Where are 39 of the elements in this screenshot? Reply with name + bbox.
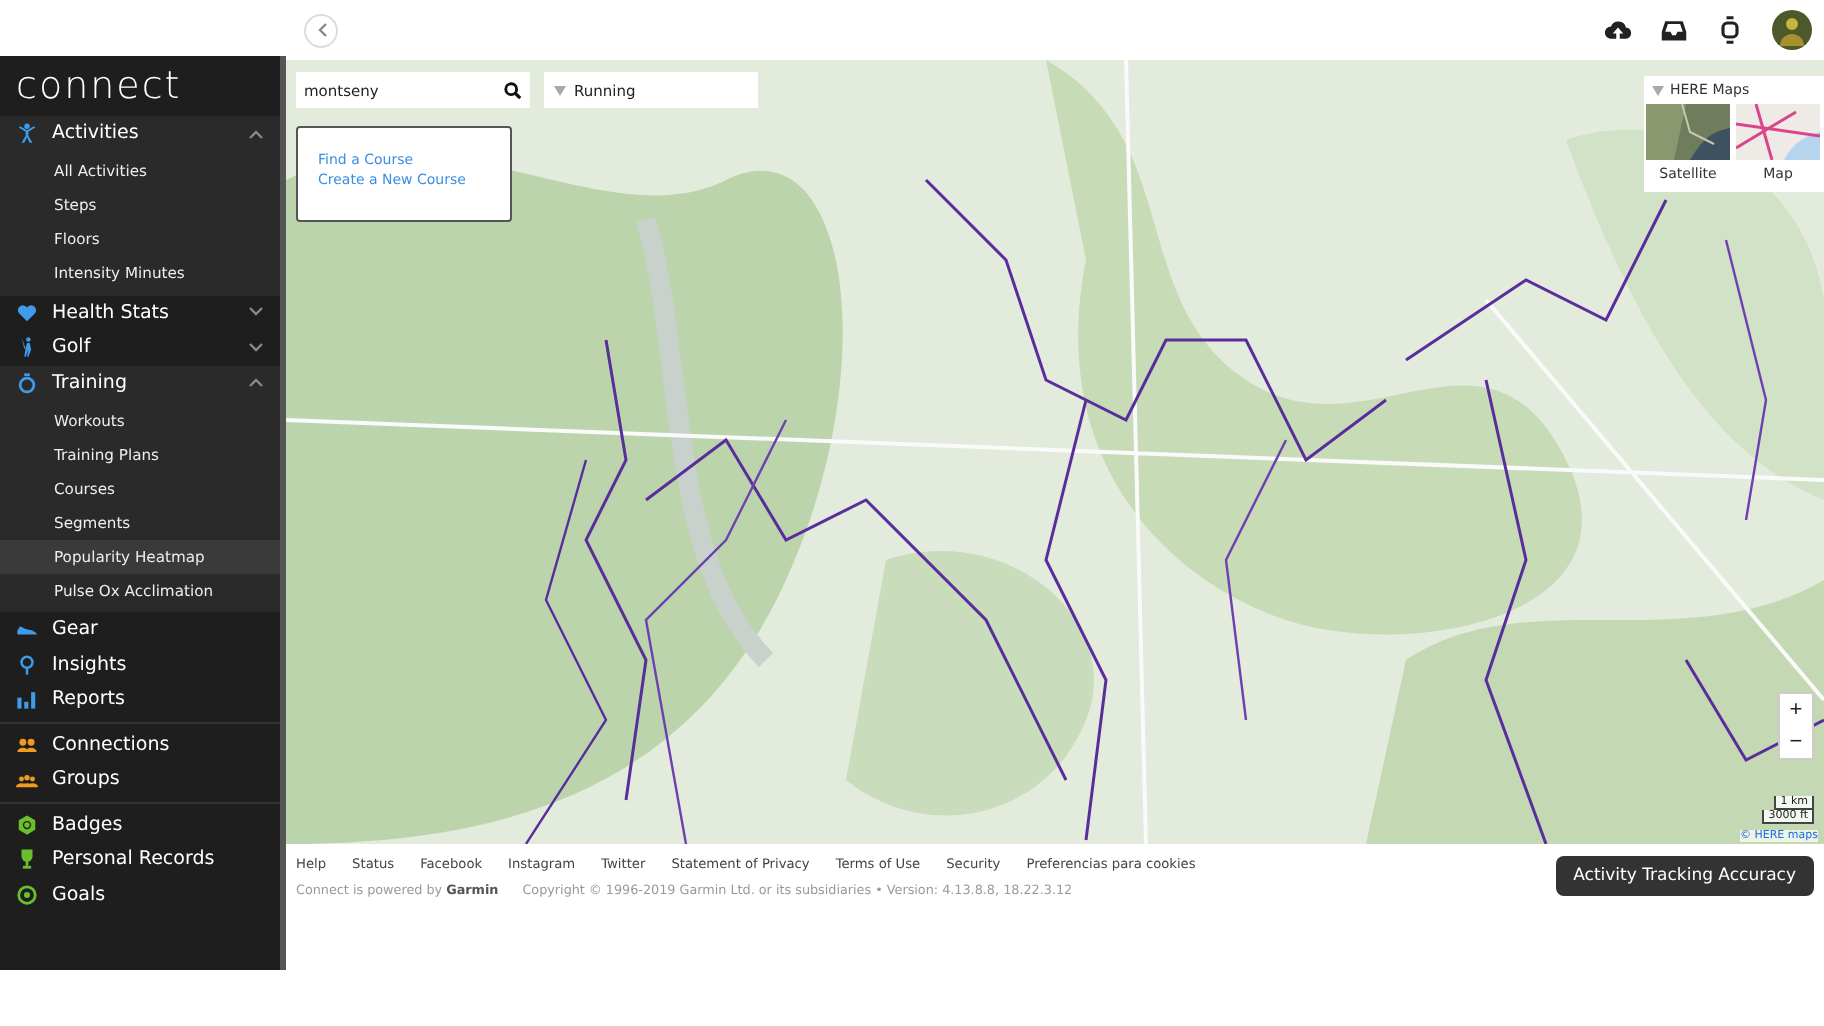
sidebar-item[interactable]: Activities: [0, 116, 280, 151]
sidebar-item[interactable]: Health Stats: [0, 295, 280, 330]
sidebar-item[interactable]: Connections: [0, 727, 280, 762]
sidebar-label: Connections: [52, 733, 172, 756]
sidebar-label: Gear: [52, 618, 100, 641]
caret-icon: [554, 85, 566, 95]
sidebar-label: Insights: [52, 653, 129, 676]
sidebar-item[interactable]: Training: [0, 365, 280, 400]
sidebar-item[interactable]: Reports: [0, 682, 280, 717]
activity-tracking-accuracy-button[interactable]: Activity Tracking Accuracy: [1555, 856, 1814, 896]
sidebar-label: Goals: [52, 883, 108, 906]
sidebar-label: Activities: [52, 122, 141, 145]
sidebar-item[interactable]: Gear: [0, 612, 280, 647]
sidebar-label: Reports: [52, 688, 127, 711]
watch-icon[interactable]: [1716, 16, 1744, 44]
back-button[interactable]: [304, 13, 338, 47]
sidebar-item[interactable]: Personal Records: [0, 842, 280, 877]
sidebar-item[interactable]: Badges: [0, 807, 280, 842]
sidebar-label: Health Stats: [52, 301, 171, 324]
sidebar-item[interactable]: Groups: [0, 762, 280, 797]
search-icon[interactable]: [504, 81, 522, 99]
sidebar-label: Training: [52, 371, 129, 394]
sidebar-label: Groups: [52, 768, 122, 791]
sidebar-label: Golf: [52, 336, 93, 359]
chevron-icon[interactable]: [248, 127, 264, 140]
chevron-icon[interactable]: [248, 306, 264, 319]
chevron-icon[interactable]: [248, 341, 264, 354]
chevron-icon[interactable]: [248, 376, 264, 389]
sidebar-item[interactable]: Goals: [0, 877, 280, 912]
connect-logo[interactable]: connect: [0, 56, 198, 112]
caret-icon: [1652, 85, 1664, 95]
avatar[interactable]: [1772, 10, 1812, 50]
sidebar-item[interactable]: Insights: [0, 647, 280, 682]
sidebar-label: Badges: [52, 813, 125, 836]
inbox-icon[interactable]: [1660, 16, 1688, 44]
sidebar-item[interactable]: Golf: [0, 330, 280, 365]
upload-icon[interactable]: [1604, 16, 1632, 44]
chevron-left-icon[interactable]: [315, 22, 327, 38]
sidebar-label: Personal Records: [52, 848, 217, 871]
